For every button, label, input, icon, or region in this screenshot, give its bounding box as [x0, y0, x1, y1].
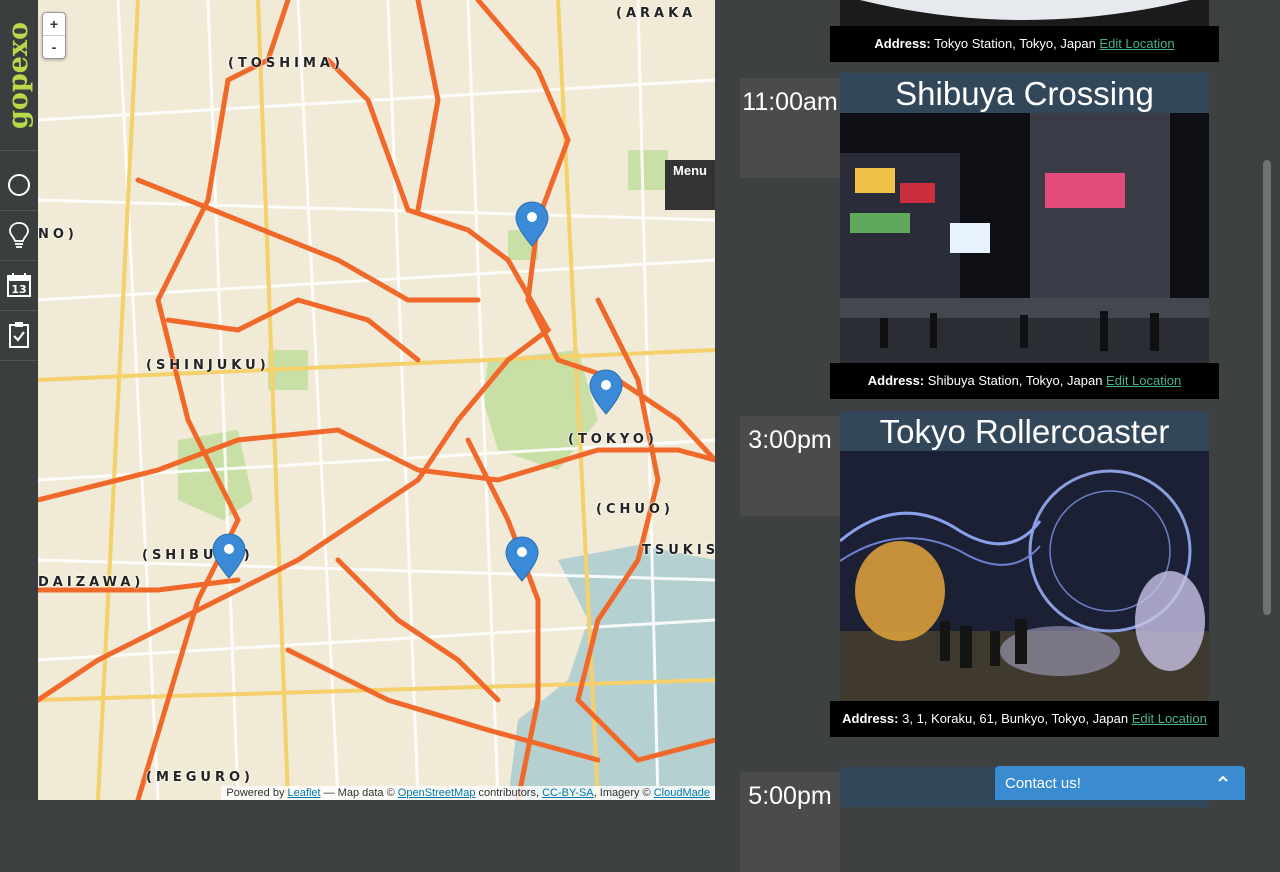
- map-label-chuo: (CHUO): [596, 502, 674, 517]
- nav-ideas[interactable]: [0, 210, 38, 261]
- map-label-tokyo: (TOKYO): [568, 432, 658, 447]
- calendar-icon: 13: [7, 273, 31, 297]
- address-label: Address:: [842, 711, 899, 726]
- itinerary-timeline: Address: Tokyo Station, Tokyo, Japan Edi…: [715, 0, 1280, 872]
- edit-location-link[interactable]: Edit Location: [1099, 36, 1174, 51]
- map-marker[interactable]: [504, 535, 540, 583]
- nav-checklist[interactable]: [0, 310, 38, 361]
- map-label-meguro: (MEGURO): [146, 770, 254, 785]
- map-label-tsukis: TSUKIS: [642, 543, 715, 558]
- card-address: Address: Shibuya Station, Tokyo, Japan E…: [830, 363, 1219, 399]
- address-text: Shibuya Station, Tokyo, Japan: [927, 373, 1103, 388]
- edit-location-link[interactable]: Edit Location: [1132, 711, 1207, 726]
- osm-link[interactable]: OpenStreetMap: [398, 787, 476, 799]
- checklist-icon: [9, 322, 29, 348]
- itinerary-card[interactable]: Shibuya Crossing Address: Shibuya Statio…: [830, 73, 1219, 399]
- scrollbar[interactable]: [1260, 0, 1274, 800]
- entry-time: 3:00pm: [740, 416, 840, 516]
- itinerary-card[interactable]: Tokyo Rollercoaster Address: 3, 1, Korak…: [830, 411, 1219, 737]
- sidebar: gopexo 13: [0, 0, 39, 800]
- time-label: 5:00pm: [748, 782, 832, 810]
- leaflet-link[interactable]: Leaflet: [288, 787, 321, 799]
- time-label: 11:00am: [742, 88, 838, 116]
- nav-calendar[interactable]: 13: [0, 260, 38, 311]
- address-text: Tokyo Station, Tokyo, Japan: [934, 36, 1096, 51]
- lightbulb-icon: [9, 222, 29, 248]
- logo-text: gopexo: [3, 21, 35, 129]
- license-link[interactable]: CC-BY-SA: [542, 787, 594, 799]
- chevron-up-icon[interactable]: [1217, 772, 1229, 789]
- itinerary-card-top: Address: Tokyo Station, Tokyo, Japan Edi…: [830, 0, 1219, 62]
- map-label-daizawa: DAIZAWA): [38, 575, 145, 590]
- map[interactable]: (TOSHIMA) (ARAKA NO) (SHINJUKU) (TOKYO) …: [38, 0, 715, 800]
- address-text: 3, 1, Koraku, 61, Bunkyo, Tokyo, Japan: [902, 711, 1129, 726]
- contact-widget[interactable]: Contact us!: [995, 766, 1245, 800]
- card-address: Address: Tokyo Station, Tokyo, Japan Edi…: [830, 26, 1219, 62]
- card-title: Shibuya Crossing: [840, 73, 1209, 113]
- app-logo[interactable]: gopexo: [0, 0, 38, 151]
- svg-text:13: 13: [11, 283, 26, 296]
- entry-time: 5:00pm: [740, 772, 840, 872]
- map-marker[interactable]: [588, 368, 624, 416]
- card-address: Address: 3, 1, Koraku, 61, Bunkyo, Tokyo…: [830, 701, 1219, 737]
- card-title: Tokyo Rollercoaster: [840, 411, 1209, 451]
- zoom-out-button[interactable]: -: [43, 36, 65, 58]
- attribution-mid: — Map data ©: [323, 787, 395, 799]
- nav-explore[interactable]: [0, 160, 38, 211]
- scrollbar-thumb[interactable]: [1263, 160, 1271, 615]
- zoom-control: + -: [42, 12, 66, 59]
- menu-button[interactable]: Menu: [665, 160, 715, 210]
- map-attribution: Powered by Leaflet — Map data © OpenStre…: [221, 786, 715, 800]
- map-marker[interactable]: [514, 200, 550, 248]
- attribution-imagery: , Imagery ©: [593, 787, 651, 799]
- time-label: 3:00pm: [748, 426, 832, 454]
- entry-time: 11:00am: [740, 78, 840, 178]
- card-photo: [840, 0, 1209, 26]
- card-photo: [840, 113, 1209, 363]
- address-label: Address:: [874, 36, 931, 51]
- cloudmade-link[interactable]: CloudMade: [654, 787, 710, 799]
- map-label-shinjuku: (SHINJUKU): [146, 358, 270, 373]
- map-label-no: NO): [38, 227, 78, 242]
- address-label: Address:: [867, 373, 925, 388]
- map-label-toshima: (TOSHIMA): [228, 56, 344, 71]
- map-label-araka: (ARAKA: [616, 6, 697, 21]
- map-marker[interactable]: [211, 532, 247, 580]
- attribution-prefix: Powered by: [226, 787, 285, 799]
- contact-label: Contact us!: [1005, 775, 1081, 792]
- zoom-in-button[interactable]: +: [43, 13, 65, 36]
- edit-location-link[interactable]: Edit Location: [1106, 373, 1181, 388]
- compass-icon: [8, 174, 30, 196]
- attribution-contributors: contributors,: [478, 787, 540, 799]
- card-photo: [840, 451, 1209, 701]
